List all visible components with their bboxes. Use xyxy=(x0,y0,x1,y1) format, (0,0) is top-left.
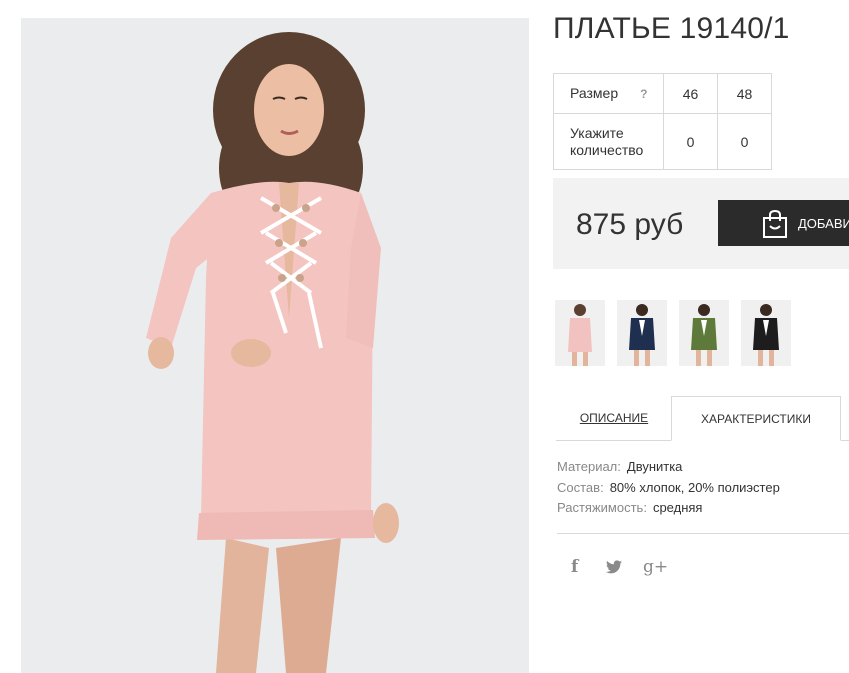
spec-key: Состав: xyxy=(557,479,604,495)
spec-value: 80% хлопок, 20% полиэстер xyxy=(609,479,780,495)
size-48[interactable]: 48 xyxy=(717,73,772,114)
help-icon[interactable]: ? xyxy=(640,87,647,101)
quantity-input-48[interactable]: 0 xyxy=(717,113,772,170)
add-to-cart-button[interactable]: ДОБАВИ xyxy=(718,200,849,246)
quantity-row: Укажите количество 0 0 xyxy=(553,113,772,170)
quantity-label-cell: Укажите количество xyxy=(553,113,664,170)
twitter-icon[interactable] xyxy=(606,560,622,574)
add-to-cart-label: ДОБАВИ xyxy=(798,215,849,231)
facebook-icon[interactable]: f xyxy=(571,557,578,577)
size-label: Размер xyxy=(570,84,619,101)
spec-value: Двунитка xyxy=(626,459,683,474)
price-box: 875 руб ДОБАВИ xyxy=(553,178,849,269)
size-label-cell: Размер? xyxy=(553,73,664,114)
section-divider xyxy=(557,533,849,534)
spec-row-composition: Состав: 80% хлопок, 20% полиэстер xyxy=(557,478,780,499)
spec-row-stretch: Растяжимость: средняя xyxy=(557,498,780,519)
characteristics-list: Материал: Двунитка Состав: 80% хлопок, 20%… xyxy=(557,457,780,519)
thumbnail-navy-image xyxy=(617,300,667,366)
thumbnail-pink[interactable] xyxy=(555,300,605,366)
price: 875 руб xyxy=(576,208,684,241)
product-tabs: ОПИСАНИЕ ХАРАКТЕРИСТИКИ xyxy=(556,396,849,442)
spec-value: средняя xyxy=(652,500,703,515)
size-quantity-table: Размер? 46 48 Укажите количество 0 0 xyxy=(553,73,772,170)
thumbnail-navy[interactable] xyxy=(617,300,667,366)
size-row: Размер? 46 48 xyxy=(553,73,772,114)
tab-description[interactable]: ОПИСАНИЕ xyxy=(556,396,672,441)
shopping-bag-icon xyxy=(763,209,787,238)
spec-key: Растяжимость: xyxy=(557,500,647,515)
spec-row-material: Материал: Двунитка xyxy=(557,457,780,478)
thumbnail-black[interactable] xyxy=(741,300,791,366)
thumbnail-olive-image xyxy=(679,300,729,366)
quantity-input-46[interactable]: 0 xyxy=(663,113,718,170)
quantity-label-line1: Укажите xyxy=(570,124,624,141)
size-46[interactable]: 46 xyxy=(663,73,718,114)
model-photo-illustration xyxy=(21,18,529,673)
quantity-label-line2: количество xyxy=(570,141,644,158)
thumbnail-olive[interactable] xyxy=(679,300,729,366)
thumbnail-black-image xyxy=(741,300,791,366)
google-plus-icon[interactable]: g+ xyxy=(643,557,668,577)
spec-key: Материал: xyxy=(557,459,621,474)
product-title: ПЛАТЬЕ 19140/1 xyxy=(553,12,790,45)
thumbnail-pink-image xyxy=(555,300,605,366)
tab-characteristics[interactable]: ХАРАКТЕРИСТИКИ xyxy=(671,396,841,441)
main-product-image[interactable] xyxy=(21,18,529,673)
